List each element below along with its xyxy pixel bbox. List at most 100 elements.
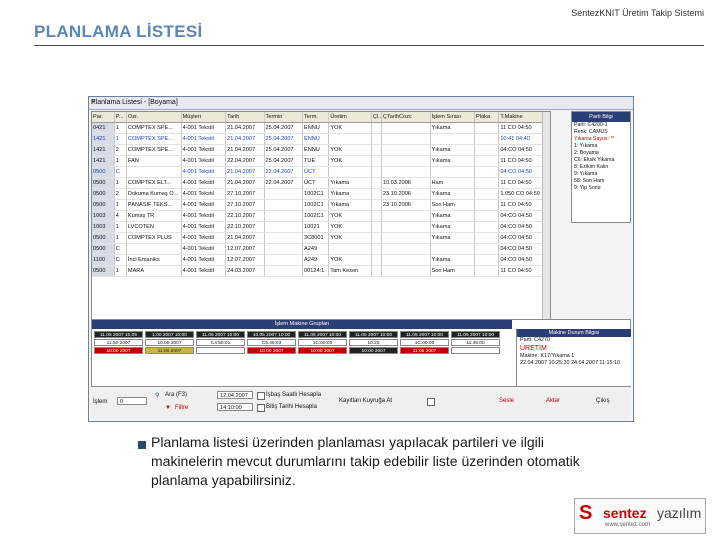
table-row[interactable]: 1421 1 FAN 4-001 Tekstil 22.04.2007 25.04.200… bbox=[92, 155, 548, 167]
grid-column-header[interactable]: ÇTarihCozc bbox=[381, 112, 431, 123]
table-cell bbox=[371, 188, 382, 200]
machine-cell[interactable]: 11:45:00 bbox=[451, 339, 500, 346]
table-cell: Yıkama bbox=[430, 232, 476, 244]
machine-cell[interactable]: 11.05 2007 10:00 bbox=[451, 331, 500, 338]
table-row[interactable]: 0500 1 COMPTEX PLUS 4-001 Tekstil 21.04.2007… bbox=[92, 232, 548, 244]
grid-column-header[interactable]: Term. bbox=[302, 112, 330, 123]
isbas-checkbox[interactable] bbox=[257, 392, 265, 400]
sesle-button[interactable]: Sesle bbox=[499, 398, 514, 404]
machine-cell[interactable]: 11:00 2007 bbox=[145, 347, 194, 354]
grid-column-header[interactable]: Ozr. bbox=[126, 112, 182, 123]
table-cell: 4-001 Tekstil bbox=[181, 243, 227, 255]
machine-cell[interactable]: 11.50 2007 bbox=[94, 339, 143, 346]
machine-cell[interactable]: 10.05 2007 bbox=[145, 339, 194, 346]
table-row[interactable]: 0500 C 4-001 Tekstil 12.07.2007 A249 04:CO 04… bbox=[92, 243, 548, 255]
parti-info-header[interactable]: Parti Bilgi bbox=[572, 112, 630, 122]
grid-column-header[interactable]: Plaka bbox=[474, 112, 500, 123]
table-row[interactable]: 0500 1 COMPTEX ELT... 4-001 Tekstil 21.04.20… bbox=[92, 177, 548, 189]
machine-cell[interactable]: C4:50:01 bbox=[196, 339, 245, 346]
table-cell: COMPTEX SPE... bbox=[126, 144, 182, 156]
machine-cell[interactable]: 1C:00:00 bbox=[400, 339, 449, 346]
table-cell: 21.04.2007 bbox=[225, 166, 265, 178]
table-cell: COMPTEX SPE... bbox=[126, 122, 182, 134]
machine-cell[interactable]: 11.05 2007 10:00 bbox=[196, 331, 245, 338]
cikis-button[interactable]: Çıkış bbox=[596, 398, 610, 404]
bottom-toolbar: İşlem 0 ⚲ Ara (F3) ▼ Filtre 12.04.2007 1… bbox=[91, 389, 629, 419]
table-cell: 24.03.2007 bbox=[225, 265, 265, 277]
grid-column-header[interactable]: Müşteri bbox=[181, 112, 227, 123]
table-cell bbox=[474, 232, 500, 244]
description-text: Planlama listesi üzerinden planlaması ya… bbox=[151, 434, 580, 488]
parti-info-line: Yıkama Sayısı: ** bbox=[574, 136, 615, 142]
table-cell bbox=[381, 144, 431, 156]
machine-cell[interactable]: 10.00 2007 bbox=[247, 347, 296, 354]
table-row[interactable]: 0421 1 COMPTEX SPE... 4-001 Tekstil 21.04.20… bbox=[92, 122, 548, 134]
table-cell bbox=[264, 210, 304, 222]
table-cell bbox=[430, 133, 476, 145]
table-cell: FAN bbox=[126, 155, 182, 167]
search-icon[interactable]: ⚲ bbox=[155, 392, 159, 399]
filtre-button[interactable]: Filtre bbox=[175, 405, 188, 411]
app-name: SentezKNIT Üretim Takip Sistemi bbox=[571, 8, 704, 18]
machine-cell[interactable]: 11.05 2007 10.05 bbox=[94, 331, 143, 338]
bitis-checkbox[interactable] bbox=[257, 404, 265, 412]
table-row[interactable]: 0500 1 MARA 4-001 Tekstil 24.03.2007 00124:1 T… bbox=[92, 265, 548, 277]
machine-status-parti: Parti: C4270 bbox=[520, 337, 550, 343]
machine-cell[interactable]: 11.05 2007 10:00 bbox=[349, 331, 398, 338]
table-cell: 11 CO 04:50 bbox=[498, 177, 548, 189]
kayitlar-checkbox[interactable] bbox=[427, 398, 435, 406]
table-row[interactable]: 0500 1 PANASIF TEKS... 4-001 Tekstil 27.10.2… bbox=[92, 199, 548, 211]
machine-cell[interactable]: 1:00 2007 10:00 bbox=[145, 331, 194, 338]
table-cell bbox=[264, 265, 304, 277]
table-row[interactable]: 1421 1 COMPTEX SPE... 4-001 Tekstil 21.04.20… bbox=[92, 133, 548, 145]
table-cell bbox=[264, 188, 304, 200]
table-cell: Yıkama bbox=[430, 155, 476, 167]
machine-cell[interactable]: 11.05 2007 10:00 bbox=[400, 331, 449, 338]
machine-cell[interactable]: 10:00 2007 bbox=[94, 347, 143, 354]
close-icon[interactable]: X bbox=[91, 99, 630, 106]
grid-column-header[interactable]: İşlem Sırası bbox=[430, 112, 476, 123]
machine-cell[interactable] bbox=[196, 347, 245, 354]
machine-cell[interactable] bbox=[451, 347, 500, 354]
machine-cell[interactable]: 10:25 bbox=[349, 339, 398, 346]
start-date-input[interactable]: 12.04.2007 bbox=[217, 391, 253, 399]
table-cell: 0500 bbox=[92, 232, 115, 244]
grid-column-header[interactable]: Tarih bbox=[225, 112, 265, 123]
table-row[interactable]: 1003 4 Kumaş TR 4-001 Tekstil 22.10.2007 1002… bbox=[92, 210, 548, 222]
table-row[interactable]: 1100 C İnci Emaniks 4-001 Tekstil 12.07.2007… bbox=[92, 254, 548, 266]
table-cell bbox=[371, 254, 382, 266]
machine-cell[interactable]: 1C:00:00 bbox=[298, 339, 347, 346]
machine-cell[interactable]: C5:45:03 bbox=[247, 339, 296, 346]
ara-button[interactable]: Ara (F3) bbox=[165, 392, 187, 398]
table-row[interactable]: 1421 2 COMPTEX SPE... 4-001 Tekstil 21.04.20… bbox=[92, 144, 548, 156]
table-cell: 04:CO 04:50 bbox=[498, 221, 548, 233]
table-row[interactable]: 1003 1 LVCOTEN 4-001 Tekstil 22.10.2007 10021… bbox=[92, 221, 548, 233]
grid-column-header[interactable]: P... bbox=[114, 112, 127, 123]
machine-cell[interactable]: 11:05 2007 bbox=[400, 347, 449, 354]
grid-column-header[interactable]: Üretim bbox=[328, 112, 372, 123]
filter-icon[interactable]: ▼ bbox=[165, 405, 171, 411]
aktar-button[interactable]: Aktar bbox=[546, 398, 560, 404]
table-row[interactable]: 0500 2 Dokuma Kumaş O... 4-001 Tekstil 27.10… bbox=[92, 188, 548, 200]
table-cell: COMPTEX SPE... bbox=[126, 133, 182, 145]
machine-cell[interactable]: 10:00 2007 bbox=[298, 347, 347, 354]
table-cell: 25.04.2007 bbox=[264, 155, 304, 167]
machine-status-label: ÜRETİM bbox=[520, 345, 547, 352]
parti-info-line: 8: Ezikim Kalın bbox=[574, 164, 609, 170]
table-cell: 3C8001 bbox=[302, 232, 330, 244]
isbas-label: İşbaş Saatlı Hesapla bbox=[266, 392, 322, 398]
grid-column-header[interactable]: Termin bbox=[264, 112, 304, 123]
machine-cell[interactable]: 10.05 2007 10:00 bbox=[247, 331, 296, 338]
table-cell: Yıkama bbox=[430, 144, 476, 156]
table-row[interactable]: 0500 C 4-001 Tekstil 21.04.2007 22.04.2007 ÜC… bbox=[92, 166, 548, 178]
start-time-input[interactable]: 14:10:00 bbox=[217, 403, 253, 411]
machine-cell[interactable]: 10:00 2007 bbox=[349, 347, 398, 354]
grid-column-header[interactable]: T.Makine bbox=[498, 112, 548, 123]
grid-column-header[interactable]: Çl... bbox=[371, 112, 382, 123]
table-cell: Yıkama bbox=[328, 188, 372, 200]
islem-input[interactable]: 0 bbox=[117, 397, 147, 405]
grid-column-header[interactable]: Par. bbox=[92, 112, 115, 123]
table-cell: 04:CO 04:50 bbox=[498, 144, 548, 156]
table-cell bbox=[474, 265, 500, 277]
machine-cell[interactable]: 11.05 2007 10:00 bbox=[298, 331, 347, 338]
